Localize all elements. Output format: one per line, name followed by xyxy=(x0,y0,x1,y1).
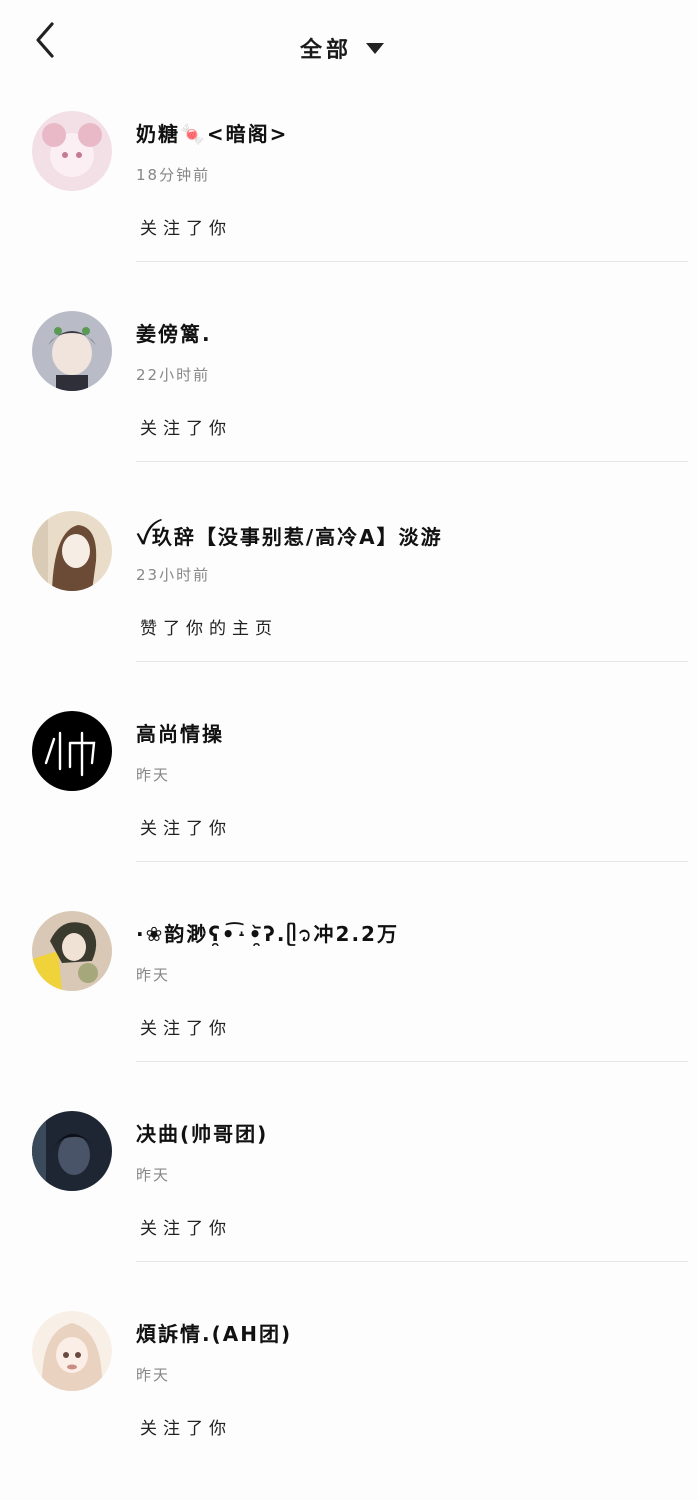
user-name[interactable]: 姜傍篱. xyxy=(136,318,212,347)
notification-text: 关注了你 xyxy=(140,1419,232,1439)
avatar[interactable] xyxy=(32,511,112,591)
page-title: 全部 xyxy=(300,38,353,63)
notification-text: 关注了你 xyxy=(140,1019,232,1039)
user-name[interactable]: ꪜ玖辞【没事别惹/高冷A】淡游 xyxy=(136,518,443,560)
divider xyxy=(136,1261,688,1262)
divider xyxy=(136,661,688,662)
user-name[interactable]: 高尚情操 xyxy=(136,718,224,747)
user-name[interactable]: 决曲(帅哥团) xyxy=(136,1118,268,1147)
avatar[interactable] xyxy=(32,311,112,391)
divider xyxy=(136,261,688,262)
notification-text: 关注了你 xyxy=(140,819,232,839)
notification-text: 关注了你 xyxy=(140,219,232,239)
notification-list: 奶糖🍬<暗阁> 18分钟前 关注了你 姜傍篱. 22小时前 关注了你 ꪜ玖辞【没… xyxy=(0,100,698,1500)
avatar[interactable] xyxy=(32,911,112,991)
user-name[interactable]: 煩訴情.(AH团) xyxy=(136,1318,292,1347)
notification-item[interactable]: ·❀韵渺ʕ̯•͡˔•̯᷅ʔ.ᥫ᭡冲2.2万 昨天 关注了你 xyxy=(0,900,698,1100)
divider xyxy=(136,461,688,462)
timestamp: 23小时前 xyxy=(136,566,211,584)
chevron-left-icon xyxy=(36,22,54,58)
timestamp: 昨天 xyxy=(136,766,171,784)
filter-dropdown[interactable]: 全部 xyxy=(300,24,385,64)
notification-item[interactable]: 决曲(帅哥团) 昨天 关注了你 xyxy=(0,1100,698,1300)
timestamp: 昨天 xyxy=(136,1166,171,1184)
top-bar: 全部 xyxy=(0,0,698,80)
divider xyxy=(136,1061,688,1062)
user-name[interactable]: 奶糖🍬<暗阁> xyxy=(136,118,288,147)
notification-item[interactable]: ꪜ玖辞【没事别惹/高冷A】淡游 23小时前 赞了你的主页 xyxy=(0,500,698,700)
notification-text: 关注了你 xyxy=(140,419,232,439)
avatar[interactable] xyxy=(32,1311,112,1391)
user-name[interactable]: ·❀韵渺ʕ̯•͡˔•̯᷅ʔ.ᥫ᭡冲2.2万 xyxy=(136,918,399,956)
notification-text: 关注了你 xyxy=(140,1219,232,1239)
back-button[interactable] xyxy=(28,20,64,60)
timestamp: 昨天 xyxy=(136,966,171,984)
avatar[interactable] xyxy=(32,111,112,191)
triangle-down-icon xyxy=(366,43,385,54)
notification-item[interactable]: 煩訴情.(AH团) 昨天 关注了你 xyxy=(0,1300,698,1500)
notification-text: 赞了你的主页 xyxy=(140,619,278,639)
timestamp: 昨天 xyxy=(136,1366,171,1384)
notification-item[interactable]: 奶糖🍬<暗阁> 18分钟前 关注了你 xyxy=(0,100,698,300)
avatar[interactable] xyxy=(32,1111,112,1191)
notification-item[interactable]: 姜傍篱. 22小时前 关注了你 xyxy=(0,300,698,500)
avatar[interactable] xyxy=(32,711,112,791)
notification-item[interactable]: 高尚情操 昨天 关注了你 xyxy=(0,700,698,900)
divider xyxy=(136,861,688,862)
timestamp: 22小时前 xyxy=(136,366,211,384)
timestamp: 18分钟前 xyxy=(136,166,211,184)
